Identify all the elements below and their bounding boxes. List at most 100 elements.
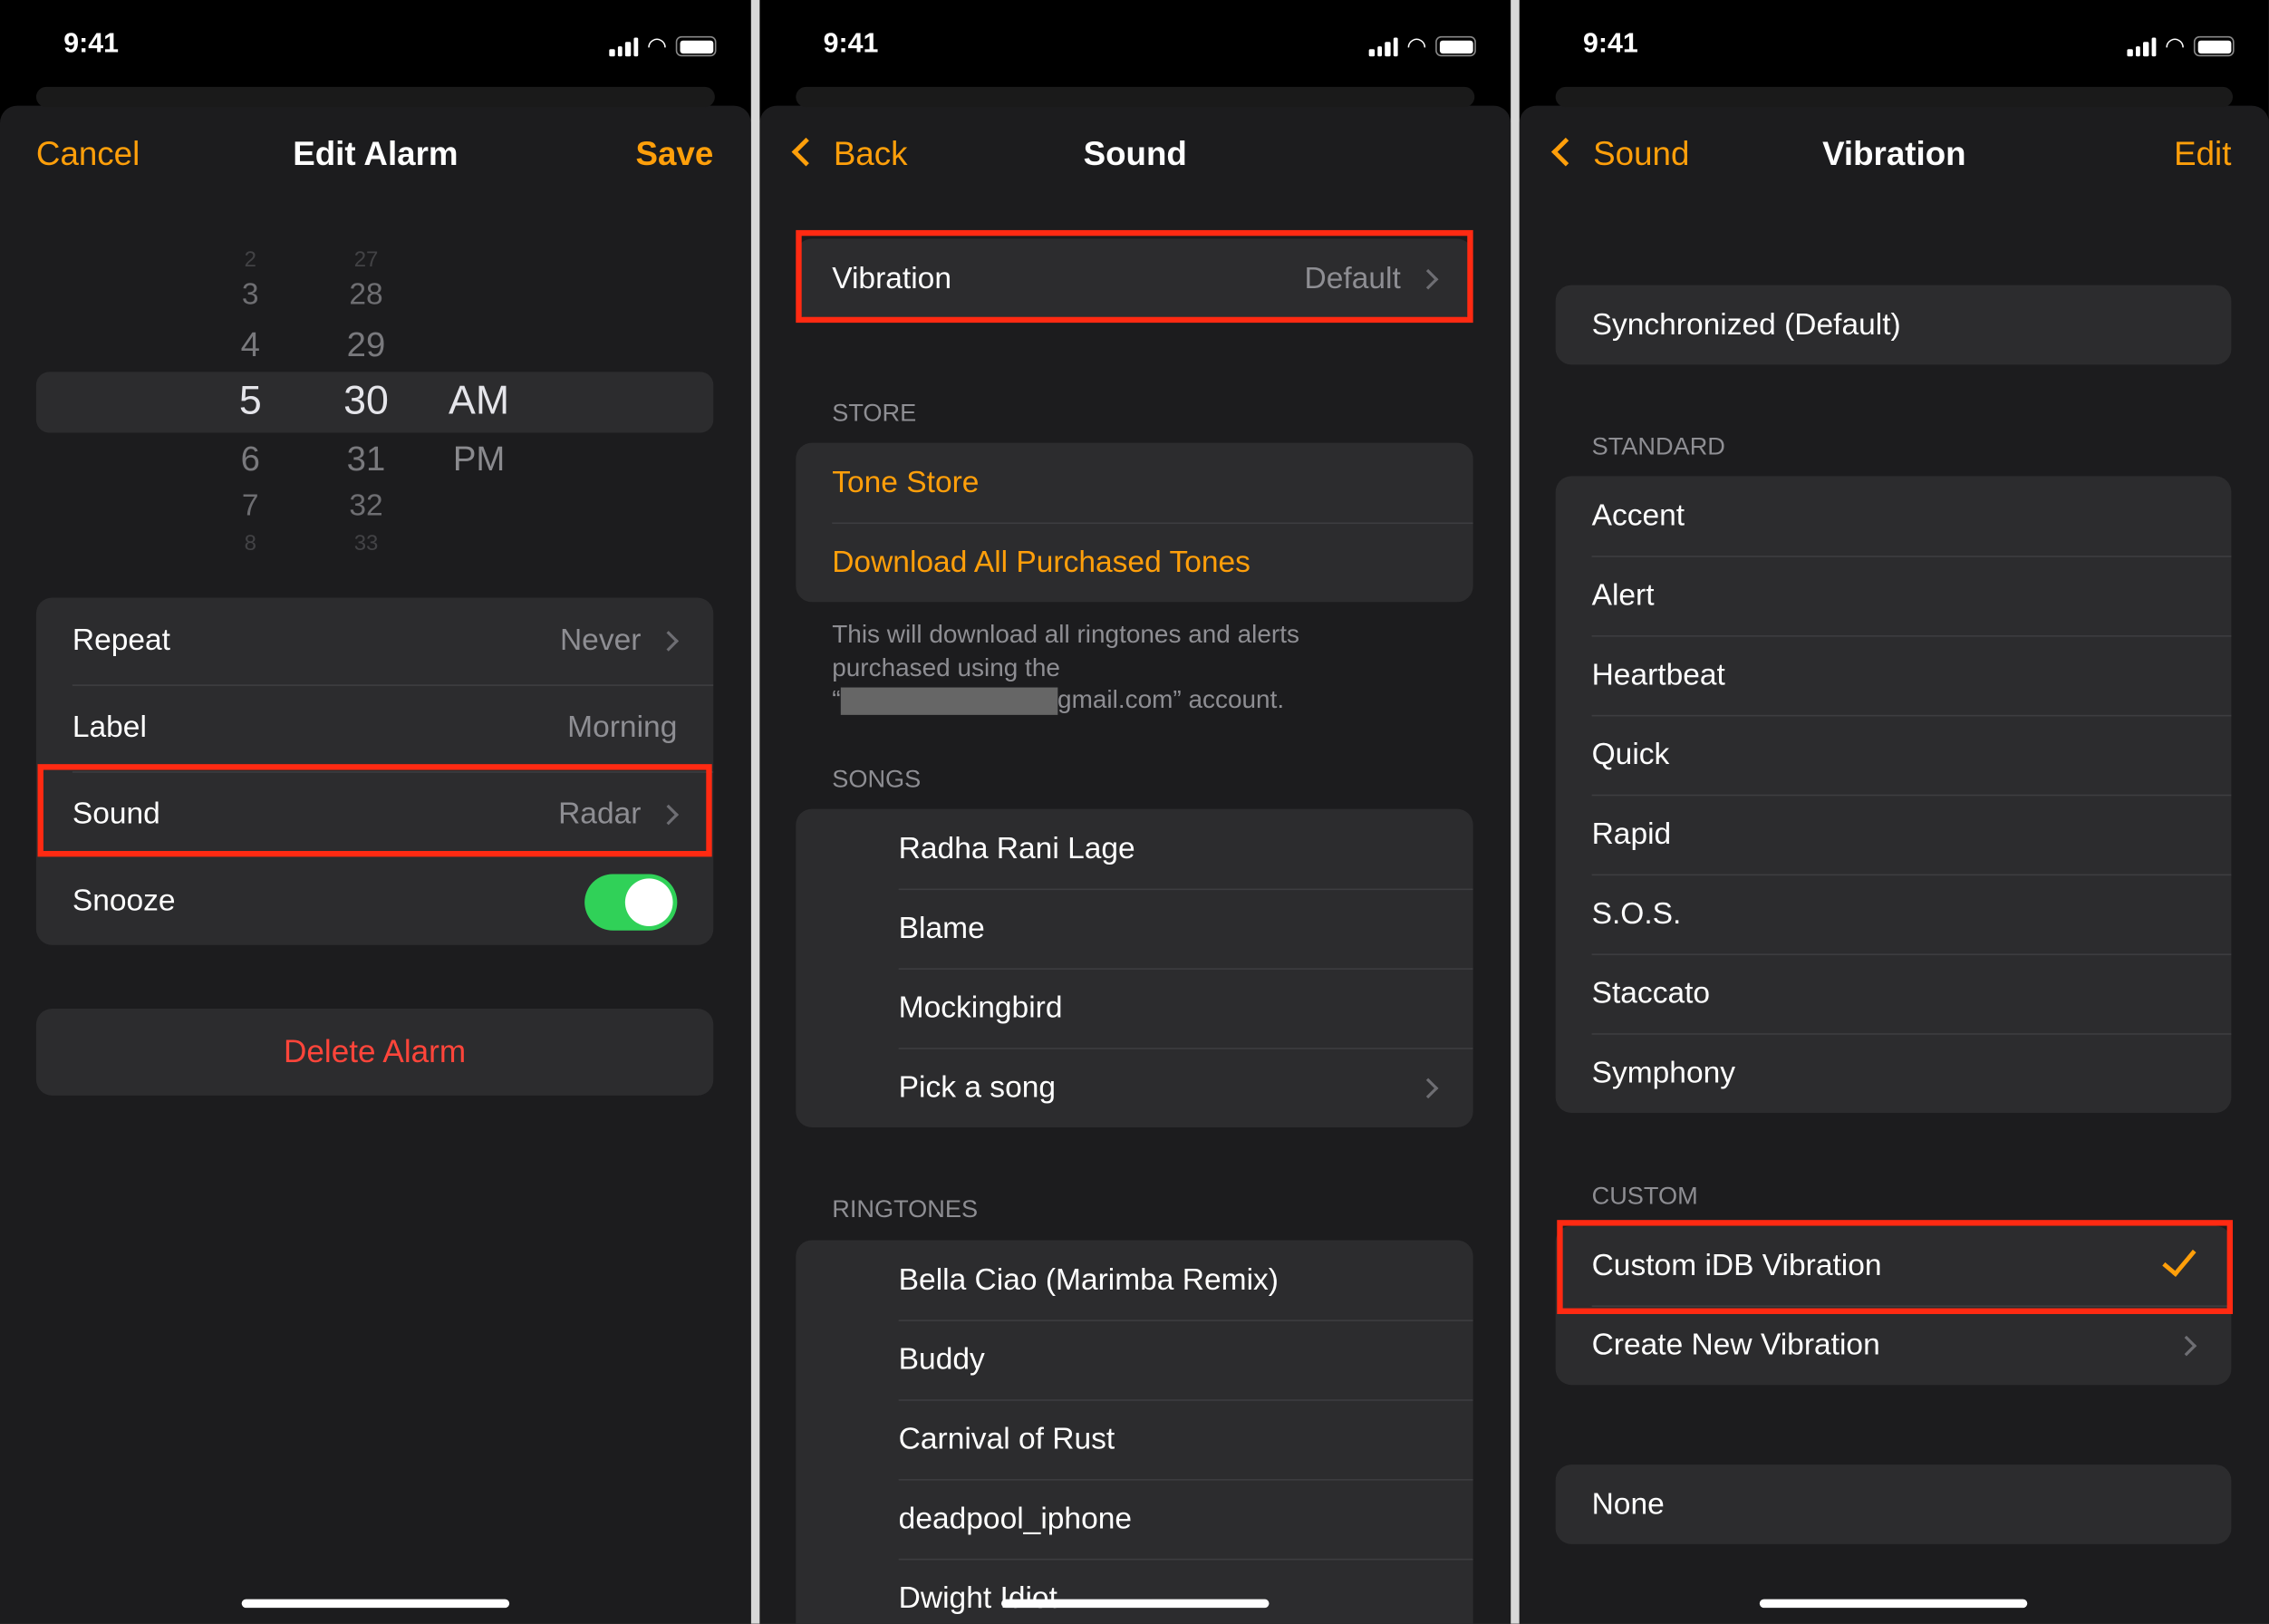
synchronized-default-row[interactable]: Synchronized (Default) xyxy=(1555,285,2232,365)
song-item[interactable]: Blame xyxy=(796,888,1473,968)
vibration-screen: Sound Vibration Edit Synchronized (Defau… xyxy=(1519,0,2269,1624)
chevron-right-icon xyxy=(1417,268,1439,290)
vibration-item[interactable]: S.O.S. xyxy=(1556,874,2232,954)
status-time: 9:41 xyxy=(823,28,879,60)
home-indicator xyxy=(241,1599,510,1609)
home-indicator xyxy=(1001,1599,1270,1609)
sound-row[interactable]: Sound Radar xyxy=(36,771,714,858)
section-header: SONGS xyxy=(832,765,922,794)
label-row[interactable]: Label Morning xyxy=(36,684,714,771)
cellular-signal-icon xyxy=(2127,36,2157,56)
home-indicator xyxy=(1759,1599,2028,1609)
minute-option[interactable]: 31 xyxy=(330,440,402,480)
vibration-item[interactable]: Alert xyxy=(1556,556,2232,635)
alarm-options: Repeat Never Label Morning Sound Radar Snooze xyxy=(35,597,714,945)
chevron-right-icon xyxy=(2176,1335,2197,1356)
vibration-value: Default xyxy=(1304,262,1401,295)
period-option[interactable]: PM xyxy=(443,440,516,480)
custom-vibration-item[interactable]: Create New Vibration xyxy=(1556,1305,2232,1385)
minute-option[interactable]: 32 xyxy=(330,489,402,524)
hour-option[interactable]: 3 xyxy=(214,278,286,313)
hour-option[interactable]: 7 xyxy=(214,489,286,524)
hour-option[interactable]: 6 xyxy=(214,440,286,480)
hour-option[interactable]: 4 xyxy=(214,325,286,366)
cellular-signal-icon xyxy=(609,36,639,56)
vibration-item[interactable]: Staccato xyxy=(1556,953,2232,1033)
wifi-icon: ◠ xyxy=(2165,34,2186,60)
ringtone-item[interactable]: Carnival of Rust xyxy=(796,1399,1473,1479)
save-button[interactable]: Save xyxy=(635,135,713,174)
ringtone-item[interactable]: Bella Ciao (Marimba Remix) xyxy=(796,1241,1472,1320)
row-value: Radar xyxy=(558,797,642,831)
hour-option[interactable]: 2 xyxy=(214,247,286,272)
song-item[interactable]: Radha Rani Lage xyxy=(796,809,1472,889)
checkmark-icon xyxy=(2162,1241,2197,1277)
songs-list: Radha Rani Lage Blame Mockingbird Pick a so… xyxy=(796,808,1473,1127)
row-label: Create New Vibration xyxy=(1591,1328,1880,1361)
row-label: Repeat xyxy=(72,624,170,657)
status-time: 9:41 xyxy=(63,28,119,60)
section-header: STANDARD xyxy=(1591,432,1725,460)
ringtone-item[interactable]: Dwight Idiot xyxy=(796,1558,1473,1624)
row-label: Custom iDB Vibration xyxy=(1591,1248,1882,1282)
store-footer: This will download all ringtones and ale… xyxy=(832,619,1299,715)
row-label: Sound xyxy=(72,797,160,831)
song-item[interactable]: Mockingbird xyxy=(796,968,1473,1048)
row-label: Quick xyxy=(1591,737,1670,771)
snooze-toggle[interactable] xyxy=(584,873,678,931)
minute-option[interactable]: 28 xyxy=(330,278,402,313)
minute-option[interactable]: 33 xyxy=(330,531,402,556)
row-value: Never xyxy=(559,624,642,657)
vibration-item[interactable]: Accent xyxy=(1556,476,2232,556)
chevron-right-icon xyxy=(658,631,680,652)
edit-alarm-screen: Cancel Edit Alarm Save 2 27 3 28 4 29 5 30 6 31 7 3… xyxy=(0,0,751,1624)
row-label: Bella Ciao (Marimba Remix) xyxy=(898,1262,1279,1297)
row-label: Symphony xyxy=(1591,1055,1736,1089)
delete-alarm-button[interactable]: Delete Alarm xyxy=(35,1009,714,1096)
row-label: Blame xyxy=(898,911,985,944)
row-label: Carnival of Rust xyxy=(898,1421,1115,1455)
row-label: Pick a song xyxy=(898,1069,1057,1104)
download-all-tones-link[interactable]: Download All Purchased Tones xyxy=(796,522,1473,602)
section-header: CUSTOM xyxy=(1591,1182,1698,1211)
song-item[interactable]: Pick a song xyxy=(796,1048,1473,1127)
row-label: Download All Purchased Tones xyxy=(832,545,1250,578)
ringtone-item[interactable]: deadpool_iphone xyxy=(796,1479,1473,1559)
vibration-item[interactable]: Quick xyxy=(1556,714,2232,795)
hour-option[interactable]: 5 xyxy=(214,378,286,424)
none-row[interactable]: None xyxy=(1555,1464,2232,1544)
vibration-item[interactable]: Rapid xyxy=(1556,794,2232,875)
row-value: Morning xyxy=(567,710,678,744)
row-label: Rapid xyxy=(1591,817,1672,851)
row-label: S.O.S. xyxy=(1591,896,1682,931)
snooze-label: Snooze xyxy=(72,884,176,918)
wifi-icon: ◠ xyxy=(1406,34,1427,60)
chevron-right-icon xyxy=(658,804,680,826)
redacted-email xyxy=(840,687,1058,715)
row-label: Radha Rani Lage xyxy=(898,831,1135,865)
section-header: RINGTONES xyxy=(832,1195,979,1223)
vibration-item[interactable]: Symphony xyxy=(1556,1033,2232,1113)
edit-button[interactable]: Edit xyxy=(2174,135,2231,174)
background-card xyxy=(35,86,715,108)
ringtone-item[interactable]: Buddy xyxy=(796,1320,1473,1399)
minute-option[interactable]: 30 xyxy=(330,378,402,424)
row-label: Alert xyxy=(1591,577,1655,612)
battery-icon xyxy=(2193,35,2235,57)
row-label: deadpool_iphone xyxy=(898,1501,1133,1535)
row-label: Accent xyxy=(1591,498,1685,532)
custom-list: Custom iDB Vibration Create New Vibration xyxy=(1555,1225,2232,1386)
minute-option[interactable]: 29 xyxy=(330,325,402,366)
minute-option[interactable]: 27 xyxy=(330,247,402,272)
hour-option[interactable]: 8 xyxy=(214,531,286,556)
store-list: Tone Store Download All Purchased Tones xyxy=(796,442,1473,603)
period-option[interactable]: AM xyxy=(443,378,516,424)
custom-vibration-item[interactable]: Custom iDB Vibration xyxy=(1556,1226,2232,1306)
tone-store-link[interactable]: Tone Store xyxy=(796,443,1472,523)
page-title: Vibration xyxy=(1822,134,1966,173)
row-label: Staccato xyxy=(1591,976,1711,1010)
row-label: Label xyxy=(72,710,147,744)
vibration-row[interactable]: Vibration Default xyxy=(796,238,1473,320)
repeat-row[interactable]: Repeat Never xyxy=(36,598,713,685)
vibration-item[interactable]: Heartbeat xyxy=(1556,635,2232,715)
